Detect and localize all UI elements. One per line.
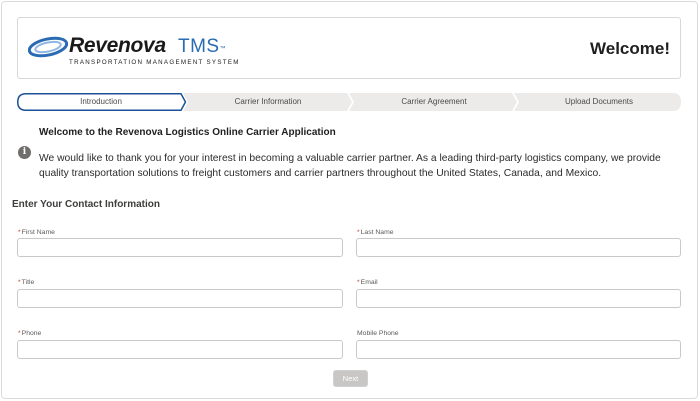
contact-section-title: Enter Your Contact Information <box>12 199 160 210</box>
revenova-logo: Revenova TMS™ TRANSPORTATION MANAGEMENT … <box>28 34 238 70</box>
page-header: Revenova TMS™ TRANSPORTATION MANAGEMENT … <box>17 17 681 79</box>
mobile-phone-label-text: Mobile Phone <box>357 330 399 337</box>
swoosh-icon <box>28 36 68 58</box>
phone-label-text: Phone <box>21 330 42 337</box>
phone-label: *Phone <box>18 330 41 337</box>
logo-tms: TMS™ <box>178 35 226 59</box>
required-marker: * <box>18 330 21 337</box>
last-name-input[interactable] <box>356 238 681 257</box>
mobile-phone-label: Mobile Phone <box>357 330 399 337</box>
logo-wordmark: Revenova <box>69 34 166 57</box>
step-label-upload-documents: Upload Documents <box>564 97 634 106</box>
first-name-input[interactable] <box>17 238 343 257</box>
required-marker: * <box>18 229 21 236</box>
logo-trademark: ™ <box>219 46 227 52</box>
first-name-label-text: First Name <box>21 229 55 236</box>
title-input[interactable] <box>17 289 343 308</box>
step-label-carrier-information: Carrier Information <box>234 97 302 106</box>
required-marker: * <box>357 229 360 236</box>
info-icon: i <box>18 146 31 159</box>
logo-subtitle: TRANSPORTATION MANAGEMENT SYSTEM <box>69 59 240 66</box>
required-marker: * <box>18 279 21 286</box>
email-label-text: Email <box>360 279 378 286</box>
title-label-text: Title <box>21 279 35 286</box>
next-button[interactable]: Next <box>333 370 368 387</box>
required-marker: * <box>357 279 360 286</box>
intro-text: We would like to thank you for your inte… <box>39 153 661 179</box>
mobile-phone-input[interactable] <box>356 340 681 359</box>
phone-input[interactable] <box>17 340 343 359</box>
first-name-label: *First Name <box>18 229 55 236</box>
last-name-label-text: Last Name <box>360 229 394 236</box>
progress-path: Introduction Carrier Information Carrier… <box>17 93 681 111</box>
email-input[interactable] <box>356 289 681 308</box>
page-title: Welcome! <box>590 39 670 58</box>
step-label-carrier-agreement: Carrier Agreement <box>401 97 467 106</box>
last-name-label: *Last Name <box>357 229 394 236</box>
step-label-introduction: Introduction <box>80 97 122 106</box>
logo-tms-text: TMS <box>178 36 220 57</box>
email-label: *Email <box>357 279 378 286</box>
intro-title: Welcome to the Revenova Logistics Online… <box>39 127 336 138</box>
title-label: *Title <box>18 279 34 286</box>
